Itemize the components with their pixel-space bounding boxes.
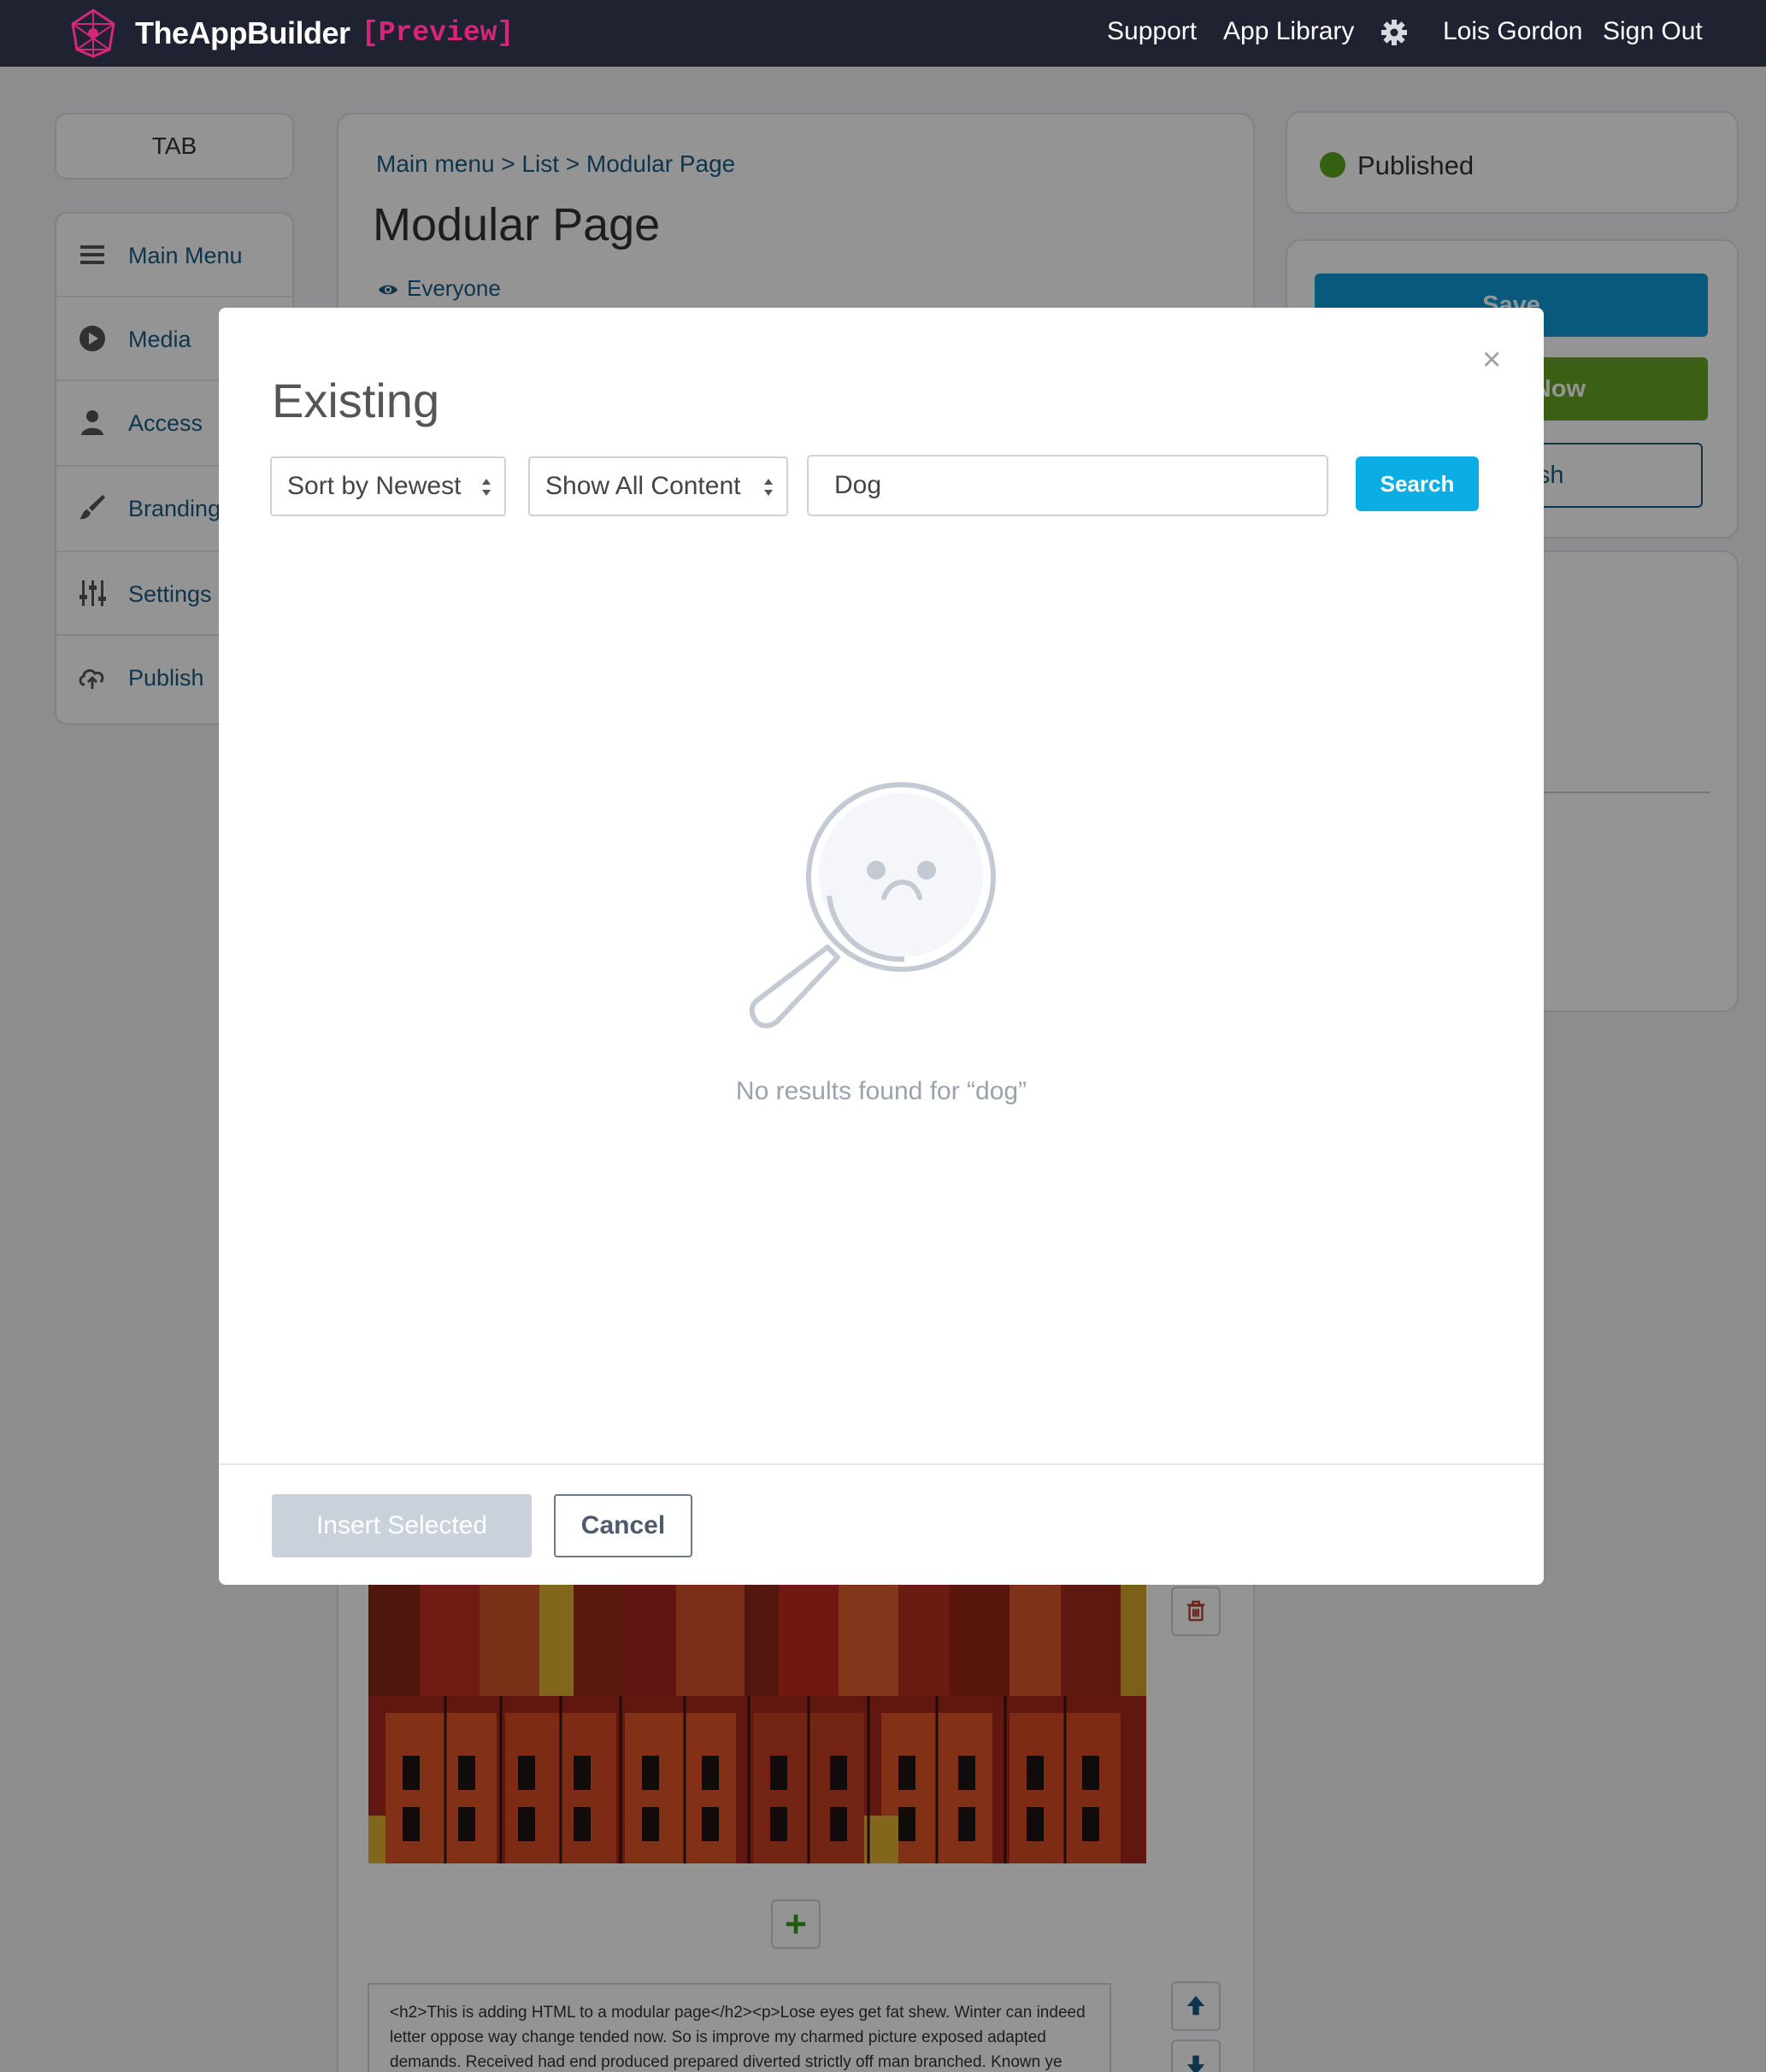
sad-magnifier-icon xyxy=(749,782,996,1028)
modal-footer-divider xyxy=(219,1463,1544,1465)
nav-support-link[interactable]: Support xyxy=(1107,17,1197,46)
insert-selected-button[interactable]: Insert Selected xyxy=(272,1494,532,1557)
select-arrows-icon xyxy=(764,479,773,496)
nav-sign-out-link[interactable]: Sign Out xyxy=(1603,17,1703,46)
search-input[interactable] xyxy=(807,455,1328,516)
app-logo-icon[interactable] xyxy=(67,7,120,60)
select-arrows-icon xyxy=(482,479,491,496)
preview-badge: [Preview] xyxy=(362,17,515,49)
cancel-button[interactable]: Cancel xyxy=(554,1494,692,1557)
search-button[interactable]: Search xyxy=(1356,456,1479,511)
sort-select[interactable]: Sort by Newest xyxy=(270,456,506,516)
top-navbar: TheAppBuilder [Preview] Support App Libr… xyxy=(0,0,1766,67)
close-icon[interactable]: × xyxy=(1482,342,1501,379)
nav-app-library-link[interactable]: App Library xyxy=(1223,17,1354,46)
brand-name[interactable]: TheAppBuilder xyxy=(135,15,350,51)
modal-title: Existing xyxy=(272,374,440,427)
nav-user-link[interactable]: Lois Gordon xyxy=(1443,17,1582,46)
empty-state-message: No results found for “dog” xyxy=(735,1077,1027,1105)
gear-icon[interactable] xyxy=(1380,19,1408,46)
filter-select-value: Show All Content xyxy=(545,472,741,500)
sort-select-value: Sort by Newest xyxy=(287,472,462,500)
content-filter-select[interactable]: Show All Content xyxy=(528,456,788,516)
